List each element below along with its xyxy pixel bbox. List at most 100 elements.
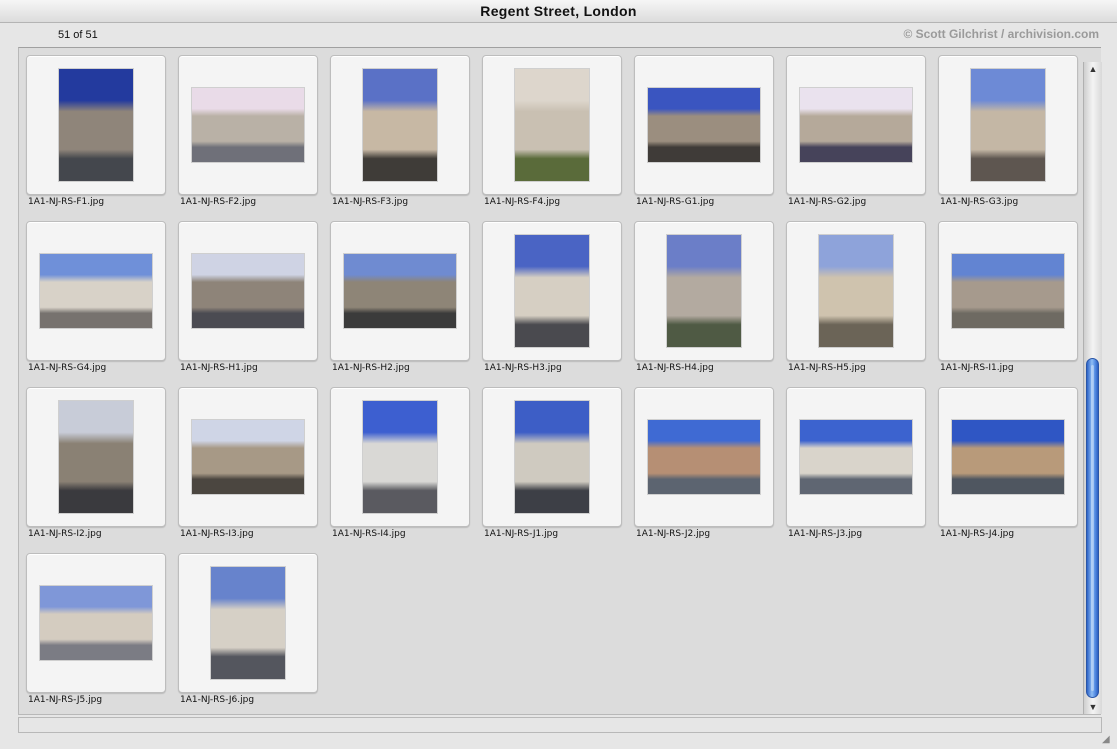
scroll-up-arrow-icon[interactable]: ▲ <box>1084 62 1102 76</box>
thumbnail-image[interactable] <box>667 235 741 347</box>
thumbnail-filename: 1A1-NJ-RS-I1.jpg <box>940 363 1014 373</box>
thumbnail-item[interactable]: 1A1-NJ-RS-H3.jpg <box>476 214 628 374</box>
thumbnail-image[interactable] <box>344 254 456 328</box>
thumbnail-frame[interactable] <box>26 221 166 361</box>
image-count: 51 of 51 <box>58 29 98 41</box>
thumbnail-image[interactable] <box>819 235 893 347</box>
thumbnail-image[interactable] <box>40 586 152 660</box>
thumbnail-frame[interactable] <box>786 387 926 527</box>
thumbnail-frame[interactable] <box>178 387 318 527</box>
thumbnail-item[interactable]: 1A1-NJ-RS-F1.jpg <box>20 48 172 208</box>
thumbnail-filename: 1A1-NJ-RS-G2.jpg <box>788 197 867 207</box>
thumbnail-item[interactable]: 1A1-NJ-RS-H1.jpg <box>172 214 324 374</box>
thumbnail-frame[interactable] <box>634 221 774 361</box>
thumbnail-image[interactable] <box>211 567 285 679</box>
thumbnail-image[interactable] <box>515 69 589 181</box>
scroll-down-arrow-icon[interactable]: ▼ <box>1084 700 1102 714</box>
thumbnail-filename: 1A1-NJ-RS-H4.jpg <box>636 363 714 373</box>
thumbnail-item[interactable]: 1A1-NJ-RS-G4.jpg <box>20 214 172 374</box>
thumbnail-frame[interactable] <box>786 221 926 361</box>
thumbnail-frame[interactable] <box>938 55 1078 195</box>
thumbnail-filename: 1A1-NJ-RS-J3.jpg <box>788 529 863 539</box>
thumbnail-frame[interactable] <box>482 387 622 527</box>
thumbnail-image[interactable] <box>800 420 912 494</box>
thumbnail-image[interactable] <box>971 69 1045 181</box>
thumbnail-item[interactable]: 1A1-NJ-RS-G3.jpg <box>932 48 1084 208</box>
thumbnail-image[interactable] <box>363 69 437 181</box>
thumbnail-image[interactable] <box>363 401 437 513</box>
thumbnail-frame[interactable] <box>178 55 318 195</box>
thumbnail-image[interactable] <box>648 420 760 494</box>
vertical-scrollbar[interactable]: ▲ ▼ <box>1083 62 1102 714</box>
thumbnail-filename: 1A1-NJ-RS-G4.jpg <box>28 363 107 373</box>
thumbnail-item[interactable]: 1A1-NJ-RS-J2.jpg <box>628 380 780 540</box>
thumbnail-image[interactable] <box>192 420 304 494</box>
thumbnail-frame[interactable] <box>330 387 470 527</box>
thumbnail-image[interactable] <box>59 401 133 513</box>
thumbnail-item[interactable]: 1A1-NJ-RS-I2.jpg <box>20 380 172 540</box>
thumbnail-item[interactable]: 1A1-NJ-RS-I3.jpg <box>172 380 324 540</box>
thumbnail-frame[interactable] <box>482 221 622 361</box>
thumbnail-filename: 1A1-NJ-RS-I3.jpg <box>180 529 254 539</box>
thumbnail-image[interactable] <box>952 254 1064 328</box>
thumbnail-image[interactable] <box>59 69 133 181</box>
thumbnail-filename: 1A1-NJ-RS-J2.jpg <box>636 529 711 539</box>
thumbnail-filename: 1A1-NJ-RS-F4.jpg <box>484 197 561 207</box>
thumbnail-item[interactable]: 1A1-NJ-RS-H2.jpg <box>324 214 476 374</box>
thumbnail-item[interactable]: 1A1-NJ-RS-F4.jpg <box>476 48 628 208</box>
window-title: Regent Street, London <box>0 0 1117 23</box>
info-bar: 51 of 51 © Scott Gilchrist / archivision… <box>18 23 1100 47</box>
thumbnail-frame[interactable] <box>26 387 166 527</box>
thumbnail-item[interactable]: 1A1-NJ-RS-H4.jpg <box>628 214 780 374</box>
thumbnail-image[interactable] <box>515 235 589 347</box>
thumbnail-item[interactable]: 1A1-NJ-RS-J1.jpg <box>476 380 628 540</box>
thumbnail-item[interactable]: 1A1-NJ-RS-J3.jpg <box>780 380 932 540</box>
thumbnail-filename: 1A1-NJ-RS-F1.jpg <box>28 197 105 207</box>
thumbnail-filename: 1A1-NJ-RS-H1.jpg <box>180 363 258 373</box>
thumbnail-filename: 1A1-NJ-RS-G3.jpg <box>940 197 1019 207</box>
thumbnail-area: 1A1-NJ-RS-F1.jpg 1A1-NJ-RS-F2.jpg 1A1-NJ-R… <box>18 47 1101 715</box>
thumbnail-image[interactable] <box>192 254 304 328</box>
thumbnail-item[interactable]: 1A1-NJ-RS-I4.jpg <box>324 380 476 540</box>
thumbnail-item[interactable]: 1A1-NJ-RS-H5.jpg <box>780 214 932 374</box>
thumbnail-filename: 1A1-NJ-RS-H3.jpg <box>484 363 562 373</box>
thumbnail-filename: 1A1-NJ-RS-I2.jpg <box>28 529 102 539</box>
thumbnail-frame[interactable] <box>330 221 470 361</box>
thumbnail-frame[interactable] <box>938 221 1078 361</box>
thumbnail-frame[interactable] <box>634 387 774 527</box>
thumbnail-item[interactable]: 1A1-NJ-RS-J5.jpg <box>20 546 172 706</box>
thumbnail-frame[interactable] <box>786 55 926 195</box>
thumbnail-item[interactable]: 1A1-NJ-RS-G1.jpg <box>628 48 780 208</box>
thumbnail-image[interactable] <box>40 254 152 328</box>
thumbnail-image[interactable] <box>515 401 589 513</box>
thumbnail-filename: 1A1-NJ-RS-J6.jpg <box>180 695 255 705</box>
thumbnail-frame[interactable] <box>178 221 318 361</box>
thumbnail-image[interactable] <box>952 420 1064 494</box>
thumbnail-frame[interactable] <box>26 553 166 693</box>
thumbnail-frame[interactable] <box>330 55 470 195</box>
thumbnail-frame[interactable] <box>938 387 1078 527</box>
thumbnail-filename: 1A1-NJ-RS-F3.jpg <box>332 197 409 207</box>
thumbnail-filename: 1A1-NJ-RS-J4.jpg <box>940 529 1015 539</box>
thumbnail-frame[interactable] <box>178 553 318 693</box>
thumbnail-image[interactable] <box>192 88 304 162</box>
thumbnail-frame[interactable] <box>634 55 774 195</box>
thumbnail-frame[interactable] <box>482 55 622 195</box>
thumbnail-frame[interactable] <box>26 55 166 195</box>
thumbnail-filename: 1A1-NJ-RS-F2.jpg <box>180 197 257 207</box>
thumbnail-grid: 1A1-NJ-RS-F1.jpg 1A1-NJ-RS-F2.jpg 1A1-NJ-R… <box>19 48 1081 714</box>
copyright-notice: © Scott Gilchrist / archivision.com <box>903 27 1099 41</box>
thumbnail-filename: 1A1-NJ-RS-I4.jpg <box>332 529 406 539</box>
resize-handle-icon[interactable]: ◢ <box>1102 734 1114 746</box>
thumbnail-item[interactable]: 1A1-NJ-RS-G2.jpg <box>780 48 932 208</box>
thumbnail-image[interactable] <box>648 88 760 162</box>
scroll-thumb[interactable] <box>1086 358 1099 698</box>
thumbnail-item[interactable]: 1A1-NJ-RS-F3.jpg <box>324 48 476 208</box>
thumbnail-image[interactable] <box>800 88 912 162</box>
thumbnail-item[interactable]: 1A1-NJ-RS-F2.jpg <box>172 48 324 208</box>
horizontal-scrollbar-track <box>18 717 1102 733</box>
thumbnail-item[interactable]: 1A1-NJ-RS-J4.jpg <box>932 380 1084 540</box>
thumbnail-item[interactable]: 1A1-NJ-RS-I1.jpg <box>932 214 1084 374</box>
thumbnail-filename: 1A1-NJ-RS-J1.jpg <box>484 529 559 539</box>
thumbnail-item[interactable]: 1A1-NJ-RS-J6.jpg <box>172 546 324 706</box>
